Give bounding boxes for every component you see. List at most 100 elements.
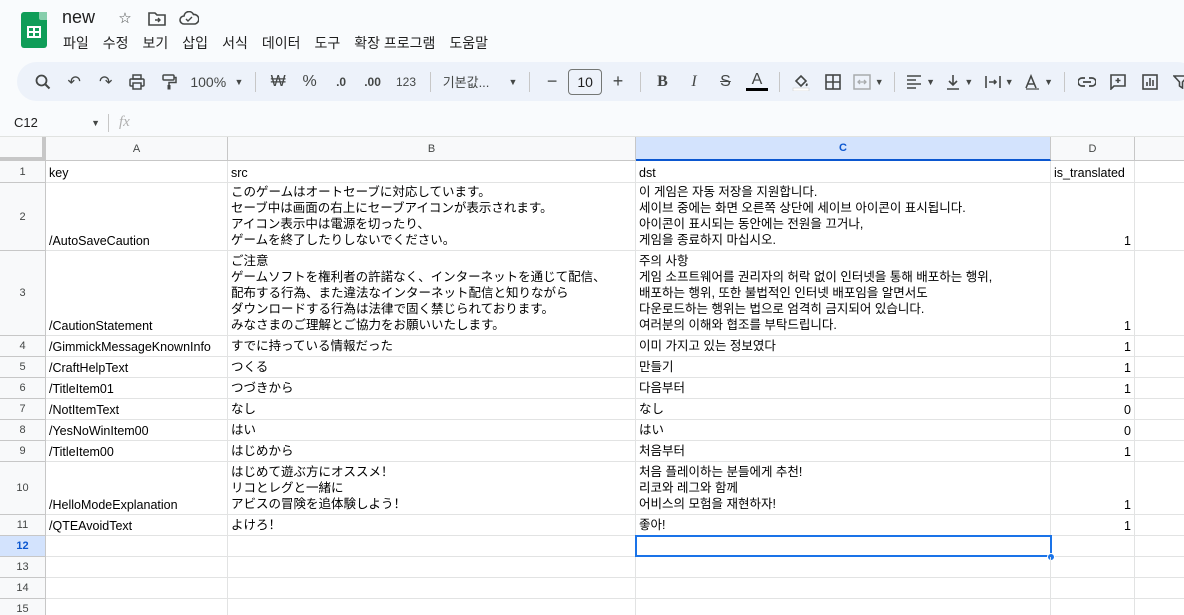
column-header-e[interactable]: E [1135, 137, 1184, 161]
row-header-12[interactable]: 12 [0, 536, 46, 557]
cell-a-11[interactable]: /QTEAvoidText [46, 515, 228, 536]
currency-format-button[interactable]: ₩ [262, 68, 293, 96]
menu-help[interactable]: 도움말 [442, 33, 495, 53]
document-title[interactable]: new [62, 7, 95, 28]
cell-c-13[interactable] [636, 557, 1051, 578]
cell-e-2[interactable] [1135, 183, 1184, 251]
cell-d-14[interactable] [1051, 578, 1135, 599]
bold-button[interactable]: B [647, 68, 678, 96]
vertical-align-icon[interactable]: ▼ [940, 68, 979, 96]
name-box[interactable]: C12 ▼ [14, 115, 100, 130]
cell-b-12[interactable] [228, 536, 636, 557]
cell-a-3[interactable]: /CautionStatement [46, 251, 228, 336]
cell-e-14[interactable] [1135, 578, 1184, 599]
cell-b-8[interactable]: はい [228, 420, 636, 441]
cell-c-2[interactable]: 이 게임은 자동 저장을 지원합니다. 세이브 중에는 화면 오른쪽 상단에 세이… [636, 183, 1051, 251]
row-header-11[interactable]: 11 [0, 515, 46, 536]
insert-chart-icon[interactable] [1134, 68, 1165, 96]
row-header-14[interactable]: 14 [0, 578, 46, 599]
cell-b-6[interactable]: つづきから [228, 378, 636, 399]
cell-d-4[interactable]: 1 [1051, 336, 1135, 357]
cell-e-11[interactable] [1135, 515, 1184, 536]
strikethrough-button[interactable]: S [710, 68, 741, 96]
text-wrapping-icon[interactable]: ▼ [980, 68, 1019, 96]
cell-b-14[interactable] [228, 578, 636, 599]
cell-b-13[interactable] [228, 557, 636, 578]
menu-tools[interactable]: 도구 [307, 33, 347, 53]
cell-c-1[interactable]: dst [636, 161, 1051, 183]
cell-c-10[interactable]: 처음 플레이하는 분들에게 추천! 리코와 레그와 함께 어비스의 모험을 재현하자… [636, 462, 1051, 515]
cell-c-15[interactable] [636, 599, 1051, 615]
cell-b-5[interactable]: つくる [228, 357, 636, 378]
menu-view[interactable]: 보기 [136, 33, 176, 53]
cell-a-2[interactable]: /AutoSaveCaution [46, 183, 228, 251]
cell-e-1[interactable] [1135, 161, 1184, 183]
cell-b-9[interactable]: はじめから [228, 441, 636, 462]
text-color-button[interactable]: A [741, 68, 772, 96]
cell-b-10[interactable]: はじめて遊ぶ方にオススメ！ リコとレグと一緒に アビスの冒険を追体験しよう！ [228, 462, 636, 515]
cell-b-4[interactable]: すでに持っている情報だった [228, 336, 636, 357]
cell-b-3[interactable]: ご注意 ゲームソフトを権利者の許諾なく、インターネットを通じて配信、 配布する行為、… [228, 251, 636, 336]
font-size-input[interactable]: 10 [567, 68, 603, 95]
cell-a-9[interactable]: /TitleItem00 [46, 441, 228, 462]
row-header-15[interactable]: 15 [0, 599, 46, 615]
cell-e-15[interactable] [1135, 599, 1184, 615]
cell-d-1[interactable]: is_translated [1051, 161, 1135, 183]
print-icon[interactable] [121, 68, 152, 96]
horizontal-align-icon[interactable]: ▼ [901, 68, 940, 96]
cell-e-6[interactable] [1135, 378, 1184, 399]
cell-a-7[interactable]: /NotItemText [46, 399, 228, 420]
cell-c-7[interactable]: なし [636, 399, 1051, 420]
star-icon[interactable]: ☆ [115, 9, 135, 27]
cell-a-4[interactable]: /GimmickMessageKnownInfo [46, 336, 228, 357]
cell-a-13[interactable] [46, 557, 228, 578]
decrease-font-size-button[interactable]: − [536, 68, 567, 96]
cell-d-7[interactable]: 0 [1051, 399, 1135, 420]
cell-d-10[interactable]: 1 [1051, 462, 1135, 515]
merge-cells-icon[interactable]: ▼ [849, 68, 888, 96]
cloud-saved-icon[interactable] [179, 9, 199, 27]
italic-button[interactable]: I [678, 68, 709, 96]
cell-c-14[interactable] [636, 578, 1051, 599]
cell-d-11[interactable]: 1 [1051, 515, 1135, 536]
cell-e-9[interactable] [1135, 441, 1184, 462]
row-header-9[interactable]: 9 [0, 441, 46, 462]
menu-insert[interactable]: 삽입 [175, 33, 215, 53]
cell-e-5[interactable] [1135, 357, 1184, 378]
redo-icon[interactable]: ↷ [90, 68, 121, 96]
font-family-select[interactable]: 기본값... ▼ [437, 68, 524, 96]
insert-link-icon[interactable] [1071, 68, 1102, 96]
row-header-6[interactable]: 6 [0, 378, 46, 399]
cell-b-1[interactable]: src [228, 161, 636, 183]
fill-color-icon[interactable] [786, 68, 817, 96]
cell-e-4[interactable] [1135, 336, 1184, 357]
cell-d-5[interactable]: 1 [1051, 357, 1135, 378]
menu-extensions[interactable]: 확장 프로그램 [347, 33, 442, 53]
paint-format-icon[interactable] [153, 68, 184, 96]
move-folder-icon[interactable] [147, 9, 167, 27]
decrease-decimal-button[interactable]: .0 [325, 68, 356, 96]
select-all-corner[interactable] [0, 137, 46, 161]
cell-b-2[interactable]: このゲームはオートセーブに対応しています。 セーブ中は画面の右上にセーブアイコンが… [228, 183, 636, 251]
cell-a-14[interactable] [46, 578, 228, 599]
cell-c-3[interactable]: 주의 사항 게임 소프트웨어를 권리자의 허락 없이 인터넷을 통해 배포하는 행… [636, 251, 1051, 336]
cell-a-10[interactable]: /HelloModeExplanation [46, 462, 228, 515]
row-header-3[interactable]: 3 [0, 251, 46, 336]
cell-c-6[interactable]: 다음부터 [636, 378, 1051, 399]
menu-file[interactable]: 파일 [56, 33, 96, 53]
cell-c-4[interactable]: 이미 가지고 있는 정보였다 [636, 336, 1051, 357]
cell-d-2[interactable]: 1 [1051, 183, 1135, 251]
row-header-2[interactable]: 2 [0, 183, 46, 251]
column-header-a[interactable]: A [46, 137, 228, 161]
row-header-1[interactable]: 1 [0, 161, 46, 183]
cell-a-15[interactable] [46, 599, 228, 615]
cell-a-12[interactable] [46, 536, 228, 557]
filter-icon[interactable] [1166, 68, 1184, 96]
cell-d-12[interactable] [1051, 536, 1135, 557]
cell-b-15[interactable] [228, 599, 636, 615]
cell-c-11[interactable]: 좋아! [636, 515, 1051, 536]
cell-d-3[interactable]: 1 [1051, 251, 1135, 336]
menu-format[interactable]: 서식 [215, 33, 255, 53]
zoom-select[interactable]: 100% ▼ [184, 68, 249, 96]
row-header-10[interactable]: 10 [0, 462, 46, 515]
